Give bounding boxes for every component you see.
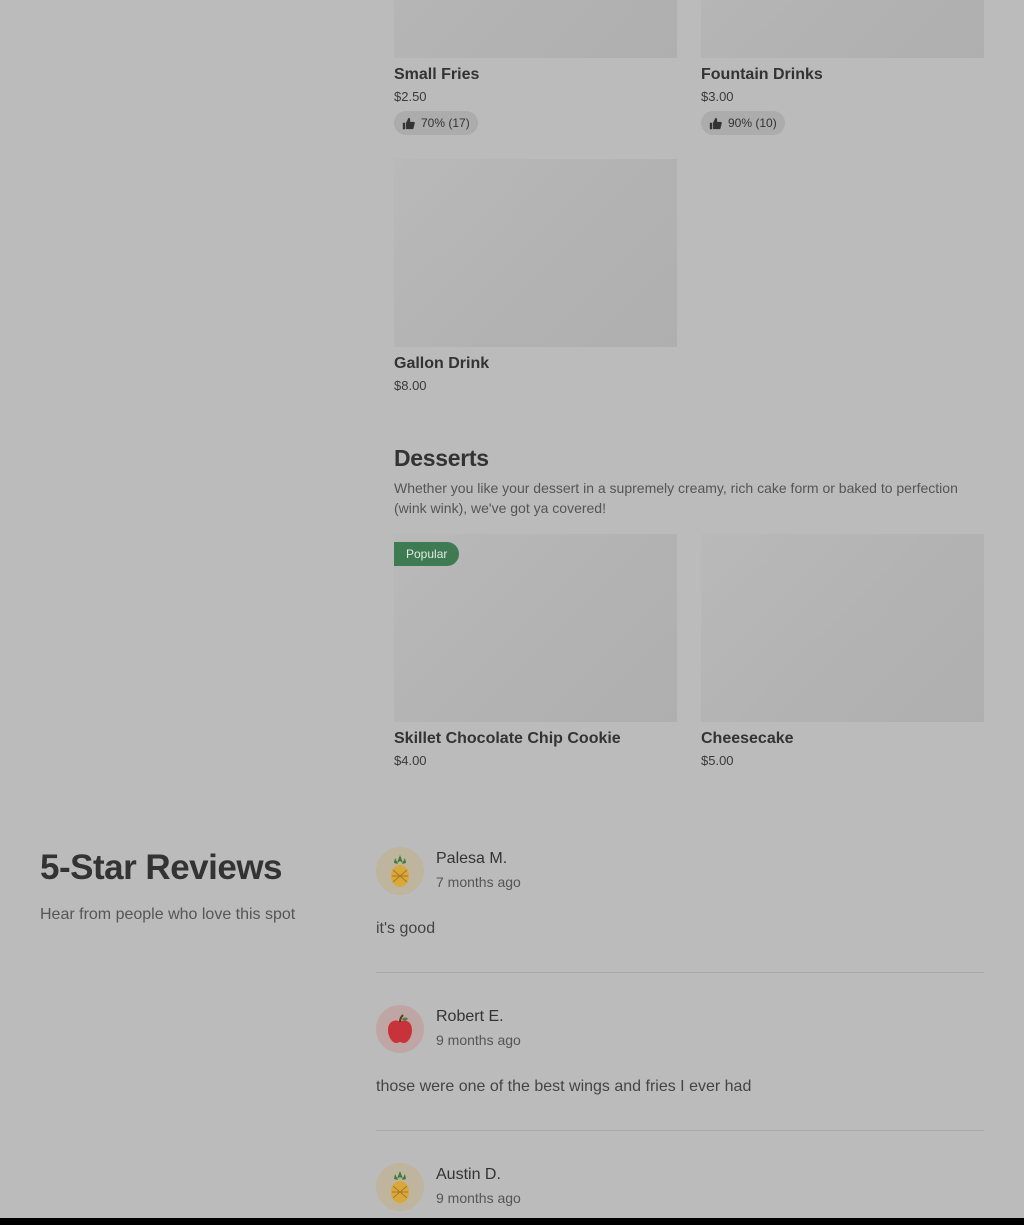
section-title: Desserts	[394, 445, 489, 471]
menu-item-card[interactable]: Popular Skillet Chocolate Chip Cookie $4…	[394, 534, 677, 770]
review-item: Robert E. 9 months ago those were one of…	[376, 1005, 984, 1131]
review-time: 9 months ago	[436, 1190, 521, 1206]
thumbs-up-icon	[709, 117, 722, 129]
reviews-header: 5-Star Reviews Hear from people who love…	[40, 848, 295, 924]
rating-text: 70% (17)	[421, 116, 470, 130]
review-text: those were one of the best wings and fri…	[376, 1078, 752, 1095]
pineapple-icon	[376, 1163, 424, 1211]
review-item: Palesa M. 7 months ago it's good	[376, 847, 984, 973]
reviews-list: Palesa M. 7 months ago it's good Robert …	[376, 847, 984, 1225]
rating-text: 90% (10)	[728, 116, 777, 130]
item-price: $3.00	[701, 89, 734, 104]
reviews-title: 5-Star Reviews	[40, 848, 283, 887]
bottom-bar	[0, 1218, 1024, 1225]
reviewer: Austin D. 9 months ago	[376, 1163, 984, 1211]
reviewer-name: Palesa M.	[436, 850, 508, 867]
item-price: $5.00	[701, 753, 734, 768]
item-image	[701, 534, 984, 722]
reviews-subtitle: Hear from people who love this spot	[40, 906, 296, 923]
reviewer-name: Robert E.	[436, 1008, 504, 1025]
item-title: Skillet Chocolate Chip Cookie	[394, 730, 621, 747]
apple-icon	[376, 1005, 424, 1053]
menu-item-card[interactable]: Fountain Drinks $3.00 90% (10)	[701, 0, 984, 135]
menu-item-card[interactable]: Gallon Drink $8.00	[394, 159, 677, 395]
menu-item-card[interactable]: Cheesecake $5.00	[701, 534, 984, 770]
review-text: it's good	[376, 920, 436, 937]
desserts-grid: Popular Skillet Chocolate Chip Cookie $4…	[394, 534, 984, 770]
review-time: 9 months ago	[436, 1032, 521, 1048]
thumbs-up-icon	[402, 117, 415, 129]
item-title: Fountain Drinks	[701, 66, 823, 83]
section-description: Whether you like your dessert in a supre…	[394, 480, 958, 516]
item-image	[701, 0, 984, 58]
item-price: $8.00	[394, 378, 427, 393]
item-price: $4.00	[394, 753, 427, 768]
item-title: Gallon Drink	[394, 355, 490, 372]
item-image	[394, 0, 677, 58]
reviewer-name: Austin D.	[436, 1166, 501, 1183]
pineapple-icon	[376, 847, 424, 895]
menu-item-card[interactable]: Small Fries $2.50 70% (17)	[394, 0, 677, 135]
menu-column: Small Fries $2.50 70% (17) Fountain Drin…	[394, 0, 984, 770]
item-title: Cheesecake	[701, 730, 794, 747]
item-title: Small Fries	[394, 66, 480, 83]
reviewer: Robert E. 9 months ago	[376, 1005, 984, 1053]
reviewer: Palesa M. 7 months ago	[376, 847, 984, 895]
popular-badge: Popular	[394, 542, 460, 566]
item-price: $2.50	[394, 89, 427, 104]
rating-pill: 90% (10)	[701, 111, 785, 135]
item-image	[394, 159, 677, 347]
rating-pill: 70% (17)	[394, 111, 478, 135]
desserts-section: Desserts Whether you like your dessert i…	[394, 445, 984, 518]
review-item: Austin D. 9 months ago	[376, 1163, 984, 1225]
review-time: 7 months ago	[436, 874, 521, 890]
drinks-grid: Small Fries $2.50 70% (17) Fountain Drin…	[394, 0, 984, 135]
drinks-grid-2: Gallon Drink $8.00	[394, 159, 984, 395]
